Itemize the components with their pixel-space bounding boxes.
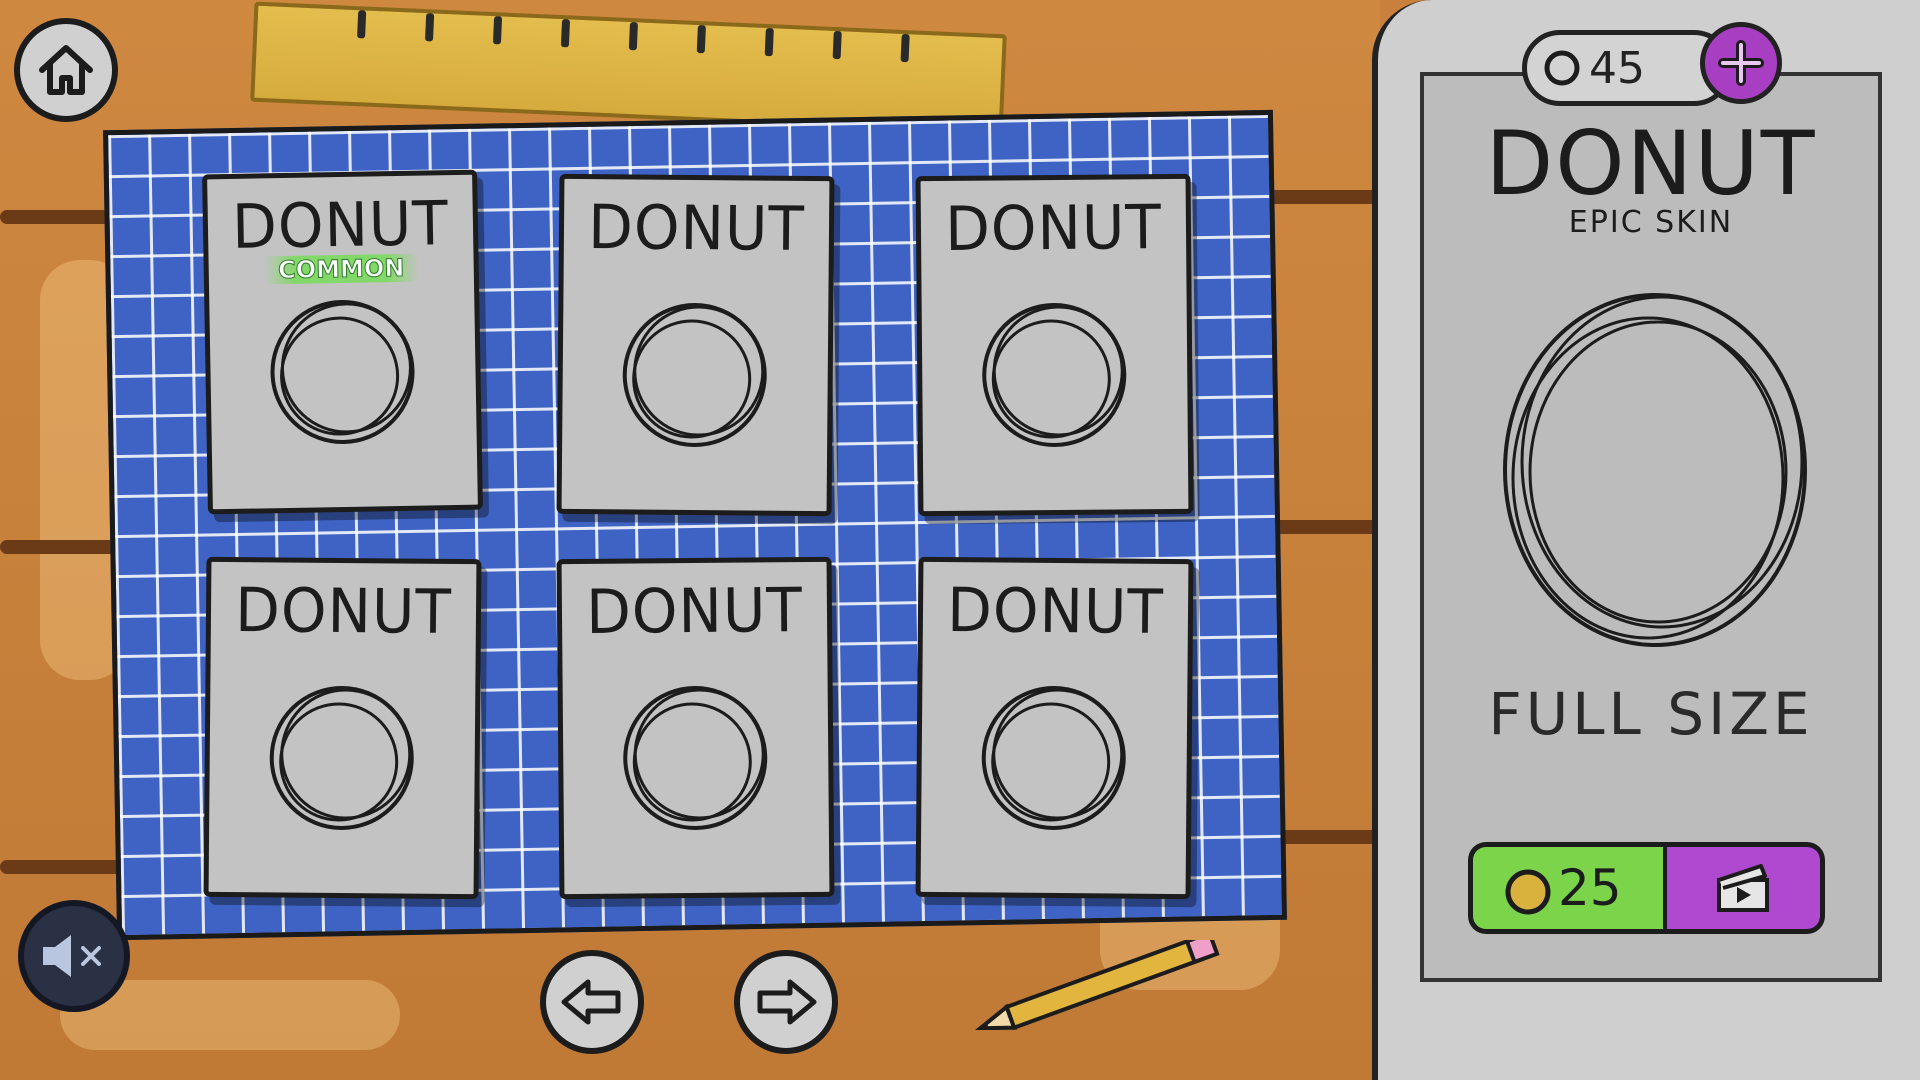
skin-card[interactable]: DONUT xyxy=(915,556,1194,900)
next-page-button[interactable] xyxy=(734,950,838,1054)
pencil-decoration xyxy=(974,940,1220,1030)
previous-page-button[interactable] xyxy=(540,950,644,1054)
video-ad-icon xyxy=(1716,864,1769,912)
coin-balance-value: 45 xyxy=(1589,43,1645,94)
plus-icon xyxy=(1718,40,1764,86)
skin-card[interactable]: DONUT xyxy=(203,556,482,900)
skin-card-name: DONUT xyxy=(587,191,806,265)
preview-size-label: FULL SIZE xyxy=(1488,680,1814,748)
home-button[interactable] xyxy=(14,18,118,122)
donut-sketch-icon xyxy=(981,685,1126,830)
buy-with-coins-button[interactable]: 25 xyxy=(1468,842,1663,934)
donut-preview-icon xyxy=(1503,293,1807,647)
skin-card-name: DONUT xyxy=(234,574,453,648)
watch-ad-button[interactable] xyxy=(1663,842,1825,934)
skin-card[interactable]: DONUT xyxy=(556,556,835,900)
skin-card[interactable]: DONUT xyxy=(915,173,1194,517)
coin-icon xyxy=(1505,869,1551,915)
skin-detail-title: DONUT xyxy=(1485,112,1817,215)
add-coins-button[interactable] xyxy=(1700,22,1782,104)
donut-sketch-icon xyxy=(623,686,768,831)
skin-rarity-label: EPIC SKIN xyxy=(1568,205,1734,240)
speaker-muted-icon xyxy=(43,935,101,977)
coin-icon xyxy=(1544,50,1580,86)
skin-card[interactable]: DONUT COMMON xyxy=(202,169,483,515)
skin-card-name: DONUT xyxy=(585,574,804,648)
home-icon xyxy=(39,45,93,95)
donut-sketch-icon xyxy=(269,685,414,830)
price-value: 25 xyxy=(1558,859,1622,917)
mute-button[interactable] xyxy=(18,900,130,1012)
donut-sketch-icon xyxy=(982,303,1127,448)
arrow-left-icon xyxy=(561,979,621,1025)
skin-card-name: DONUT xyxy=(231,187,450,263)
donut-sketch-icon xyxy=(270,300,415,445)
donut-sketch-icon xyxy=(622,302,767,447)
skin-card[interactable]: DONUT xyxy=(556,173,835,517)
rarity-badge: COMMON xyxy=(263,253,419,285)
skin-card-name: DONUT xyxy=(944,191,1163,265)
arrow-right-icon xyxy=(757,979,817,1025)
skin-card-name: DONUT xyxy=(946,574,1165,648)
